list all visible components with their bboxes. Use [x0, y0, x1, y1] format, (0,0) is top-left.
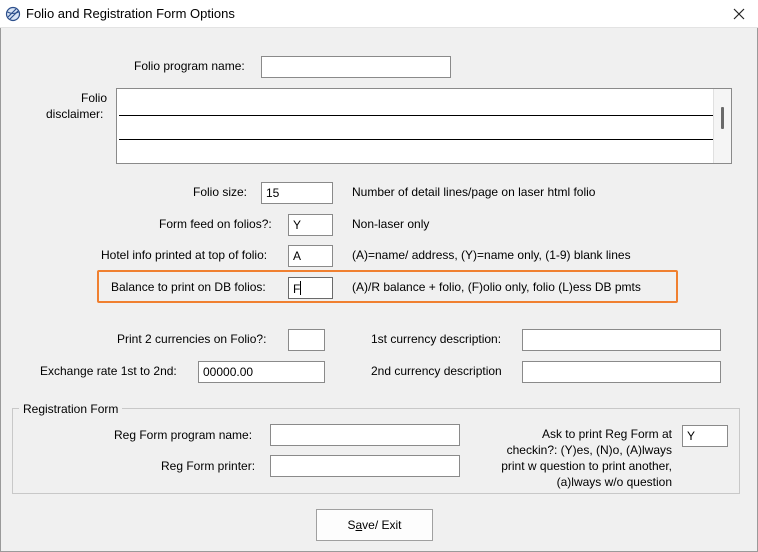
- folio-size-label: Folio size:: [193, 185, 248, 199]
- folio-disclaimer-label-line1: Folio: [81, 91, 108, 105]
- form-feed-label: Form feed on folios?:: [159, 217, 272, 231]
- disclaimer-line: [119, 115, 713, 116]
- ask-label-line: (a)lways w/o question: [556, 475, 672, 489]
- folio-size-hint: Number of detail lines/page on laser htm…: [352, 185, 596, 199]
- ask-label-line: print w question to print another,: [501, 459, 672, 473]
- close-button[interactable]: [728, 3, 750, 25]
- folio-program-name-label: Folio program name:: [134, 59, 245, 73]
- ask-label-line: checkin?: (Y)es, (N)o, (A)lways: [506, 443, 672, 457]
- currency1-input[interactable]: [522, 329, 721, 351]
- hotel-info-label: Hotel info printed at top of folio:: [101, 248, 268, 262]
- disclaimer-line: [119, 139, 713, 140]
- two-currencies-label: Print 2 currencies on Folio?:: [117, 332, 267, 346]
- exchange-rate-label: Exchange rate 1st to 2nd:: [40, 364, 177, 378]
- folio-program-name-input[interactable]: [261, 56, 451, 78]
- form-feed-input[interactable]: Y: [288, 214, 333, 236]
- form-feed-hint: Non-laser only: [352, 217, 430, 231]
- folio-disclaimer-textarea[interactable]: [116, 88, 732, 164]
- balance-input[interactable]: F: [288, 277, 333, 299]
- hotel-info-input[interactable]: A: [288, 245, 333, 267]
- save-exit-label-part: ve/ Exit: [362, 518, 402, 532]
- hotel-info-hint: (A)=name/ address, (Y)=name only, (1-9) …: [352, 248, 631, 262]
- ask-print-reg-form-input[interactable]: Y: [682, 425, 728, 447]
- close-icon: [733, 8, 745, 20]
- scrollbar-thumb[interactable]: [721, 107, 724, 129]
- currency2-input[interactable]: [522, 361, 721, 383]
- currency2-label: 2nd currency description: [371, 364, 502, 378]
- exchange-rate-input[interactable]: 00000.00: [198, 361, 325, 383]
- reg-form-program-name-input[interactable]: [270, 424, 460, 446]
- window-border-left: [0, 28, 1, 552]
- balance-hint: (A)/R balance + folio, (F)olio only, fol…: [352, 280, 641, 294]
- reg-form-printer-label: Reg Form printer:: [161, 459, 256, 473]
- folio-disclaimer-label-line2: disclaimer:: [46, 107, 104, 121]
- save-exit-label: Save/ Exit: [347, 518, 401, 532]
- currency1-label: 1st currency description:: [371, 332, 502, 346]
- app-globe-icon: [5, 6, 21, 22]
- disclaimer-scrollbar[interactable]: [713, 89, 731, 163]
- window-title: Folio and Registration Form Options: [26, 6, 235, 21]
- title-bar: Folio and Registration Form Options: [0, 0, 758, 28]
- balance-label: Balance to print on DB folios:: [111, 280, 266, 294]
- balance-input-value: F: [293, 282, 301, 296]
- two-currencies-input[interactable]: [288, 329, 325, 351]
- save-exit-button[interactable]: Save/ Exit: [316, 509, 433, 541]
- folio-size-input[interactable]: 15: [261, 182, 333, 204]
- text-caret: [300, 281, 302, 295]
- registration-form-group-title: Registration Form: [19, 402, 123, 416]
- reg-form-printer-input[interactable]: [270, 455, 460, 477]
- reg-form-program-name-label: Reg Form program name:: [114, 428, 253, 442]
- ask-label-line: Ask to print Reg Form at: [541, 427, 672, 441]
- ask-print-reg-form-label: Ask to print Reg Form at checkin?: (Y)es…: [470, 426, 672, 490]
